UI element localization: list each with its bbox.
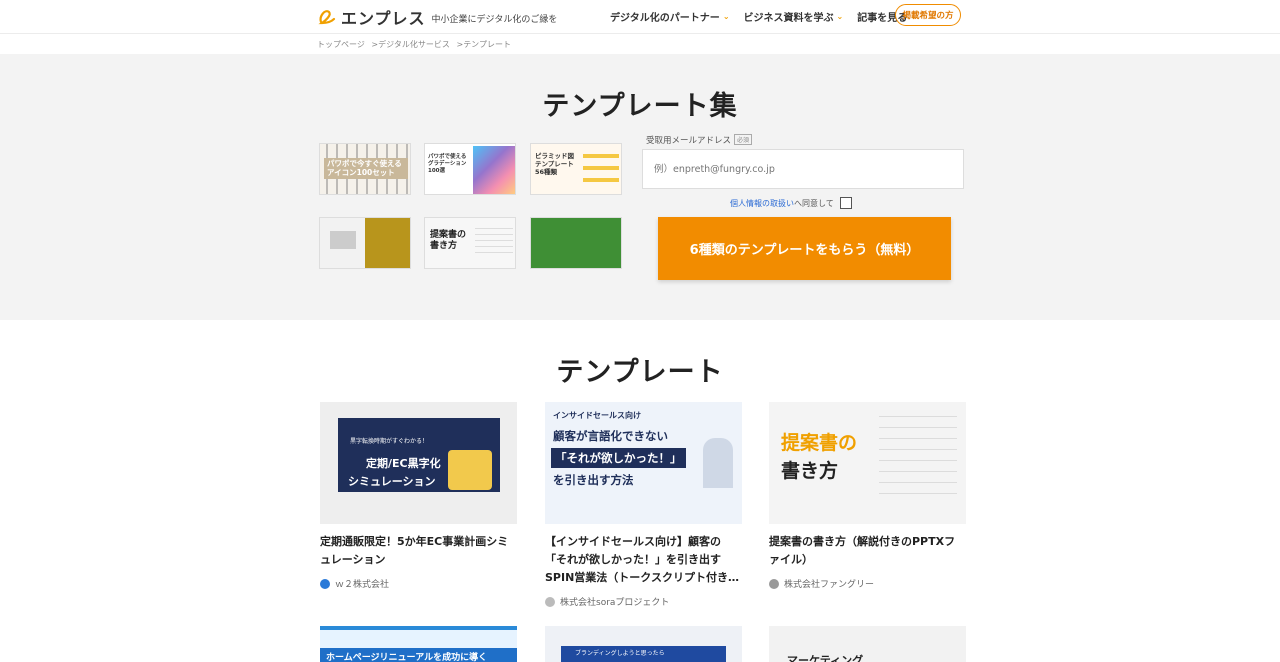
thumb-placeholder-box: [330, 231, 356, 249]
section-title: テンプレート: [556, 357, 724, 388]
chevron-down-icon: ⌄: [722, 12, 730, 21]
logo[interactable]: エンプレス 中小企業にデジタル化のご縁を: [317, 5, 557, 29]
card-company: 株式会社soraプロジェクト: [545, 595, 742, 608]
card-img-text: 提案書の: [781, 432, 858, 454]
card-title[interactable]: 提案書の書き方（解説付きのPPTXファイル）: [769, 533, 966, 569]
main-nav: デジタル化のパートナー ⌄ ビジネス資料を学ぶ ⌄ 記事を見る ⌄: [610, 9, 931, 24]
template-card[interactable]: インサイドセールス向け 顧客が言語化できない 「それが欲しかった！」 を引き出す…: [545, 402, 742, 608]
thumb-label: パワポで使える グラデーション 100選: [428, 154, 467, 174]
card-img-text: シミュレーション: [348, 475, 436, 488]
company-name: 株式会社soraプロジェクト: [560, 598, 670, 608]
card-img-text: ブランディングしようと思ったら: [575, 650, 665, 657]
card-img-text: 書き方: [781, 460, 839, 482]
listing-request-button[interactable]: 掲載希望の方: [895, 4, 961, 26]
thumb-proposal: 提案書の 書き方: [424, 217, 516, 269]
pyramid-pattern: [583, 152, 619, 190]
get-templates-button[interactable]: 6種類のテンプレートをもらう（無料）: [658, 217, 951, 280]
hero-title: テンプレート集: [542, 91, 738, 122]
card-img-text: 「それが欲しかった！」: [551, 448, 686, 468]
gradient-swatch: [473, 146, 515, 194]
logo-text: エンプレス: [341, 9, 426, 28]
card-img-text: マーケティング: [787, 654, 864, 662]
template-card-thumbnail[interactable]: ブランディングしようと思ったら: [545, 626, 742, 662]
card-img-text: ホームページリニューアルを成功に導く: [326, 653, 488, 662]
breadcrumb: トップページ >デジタル化サービス >テンプレート: [317, 39, 515, 50]
nav-digital-partner[interactable]: デジタル化のパートナー ⌄: [610, 9, 730, 24]
thumb-label: 提案書の 書き方: [430, 230, 467, 252]
slide-pattern: [879, 414, 957, 504]
logo-tagline: 中小企業にデジタル化のご縁を: [431, 14, 558, 25]
card-img-text: 黒字転換時期がすぐわかる！: [350, 438, 429, 445]
privacy-policy-link[interactable]: 個人情報の取扱い: [730, 198, 794, 209]
email-input[interactable]: [642, 149, 964, 189]
privacy-consent: 個人情報の取扱い へ同意して: [730, 197, 852, 209]
thumb-label: パワポで今すぐ使える アイコン100セット: [324, 158, 408, 179]
chevron-down-icon: ⌄: [836, 12, 844, 21]
consent-checkbox[interactable]: [839, 197, 852, 209]
card-title[interactable]: 【インサイドセールス向け】顧客の「それが欲しかった！」を引き出すSPIN営業法（…: [545, 533, 742, 587]
thumb-green: [530, 217, 622, 269]
card-thumbnail[interactable]: 提案書の 書き方: [769, 402, 966, 524]
nav-label: デジタル化のパートナー: [610, 13, 720, 24]
email-label-text: 受取用メールアドレス: [646, 136, 732, 146]
template-hero: テンプレート集 パワポで今すぐ使える アイコン100セット パワポで使える グラ…: [0, 54, 1280, 320]
thumb-icon-set: パワポで今すぐ使える アイコン100セット: [319, 143, 411, 195]
thumb-pyramid: ピラミッド図 テンプレート 56種類: [530, 143, 622, 195]
thumb-gradation: パワポで使える グラデーション 100選: [424, 143, 516, 195]
card-img-text: インサイドセールス向け: [553, 411, 641, 420]
privacy-suffix: へ同意して: [794, 198, 834, 208]
breadcrumb-digital[interactable]: >デジタル化サービス: [371, 40, 450, 49]
illustration-person: [703, 438, 733, 488]
card-company: 株式会社ファングリー: [769, 577, 966, 590]
template-card-thumbnail[interactable]: マーケティング: [769, 626, 966, 662]
company-logo-icon: [769, 578, 779, 589]
thumb-gold: [319, 217, 411, 269]
company-logo-icon: [545, 596, 555, 607]
required-badge: 必須: [734, 134, 753, 145]
template-card-thumbnail[interactable]: ホームページリニューアルを成功に導く: [320, 626, 517, 662]
logo-icon: [318, 10, 336, 25]
template-card[interactable]: 黒字転換時期がすぐわかる！ 定期/EC黒字化 シミュレーション 定期通販限定！5…: [320, 402, 517, 590]
thumb-label: ピラミッド図 テンプレート 56種類: [535, 152, 574, 177]
company-name: 株式会社ファングリー: [784, 580, 875, 590]
card-img-text: 顧客が言語化できない: [553, 429, 668, 443]
thumb-top-bar: [320, 626, 517, 630]
email-label: 受取用メールアドレス 必須: [646, 134, 753, 146]
company-logo-icon: [320, 578, 330, 589]
card-thumbnail[interactable]: インサイドセールス向け 顧客が言語化できない 「それが欲しかった！」 を引き出す…: [545, 402, 742, 524]
template-card[interactable]: 提案書の 書き方 提案書の書き方（解説付きのPPTXファイル） 株式会社ファング…: [769, 402, 966, 590]
site-header: エンプレス 中小企業にデジタル化のご縁を デジタル化のパートナー ⌄ ビジネス資…: [0, 0, 1280, 34]
card-thumbnail[interactable]: 黒字転換時期がすぐわかる！ 定期/EC黒字化 シミュレーション: [320, 402, 517, 524]
card-company: ｗ２株式会社: [320, 577, 517, 590]
breadcrumb-top[interactable]: トップページ: [317, 40, 365, 49]
company-name: ｗ２株式会社: [335, 580, 390, 590]
nav-label: ビジネス資料を学ぶ: [743, 13, 834, 24]
slide-pattern: [475, 228, 513, 258]
nav-business-docs[interactable]: ビジネス資料を学ぶ ⌄: [744, 9, 844, 24]
card-img-text: を引き出す方法: [553, 473, 634, 487]
card-img-text: 定期/EC黒字化: [366, 457, 441, 470]
illustration-shape: [448, 450, 492, 490]
card-title[interactable]: 定期通販限定！5か年EC事業計画シミュレーション: [320, 533, 517, 569]
breadcrumb-current: >テンプレート: [456, 40, 511, 49]
